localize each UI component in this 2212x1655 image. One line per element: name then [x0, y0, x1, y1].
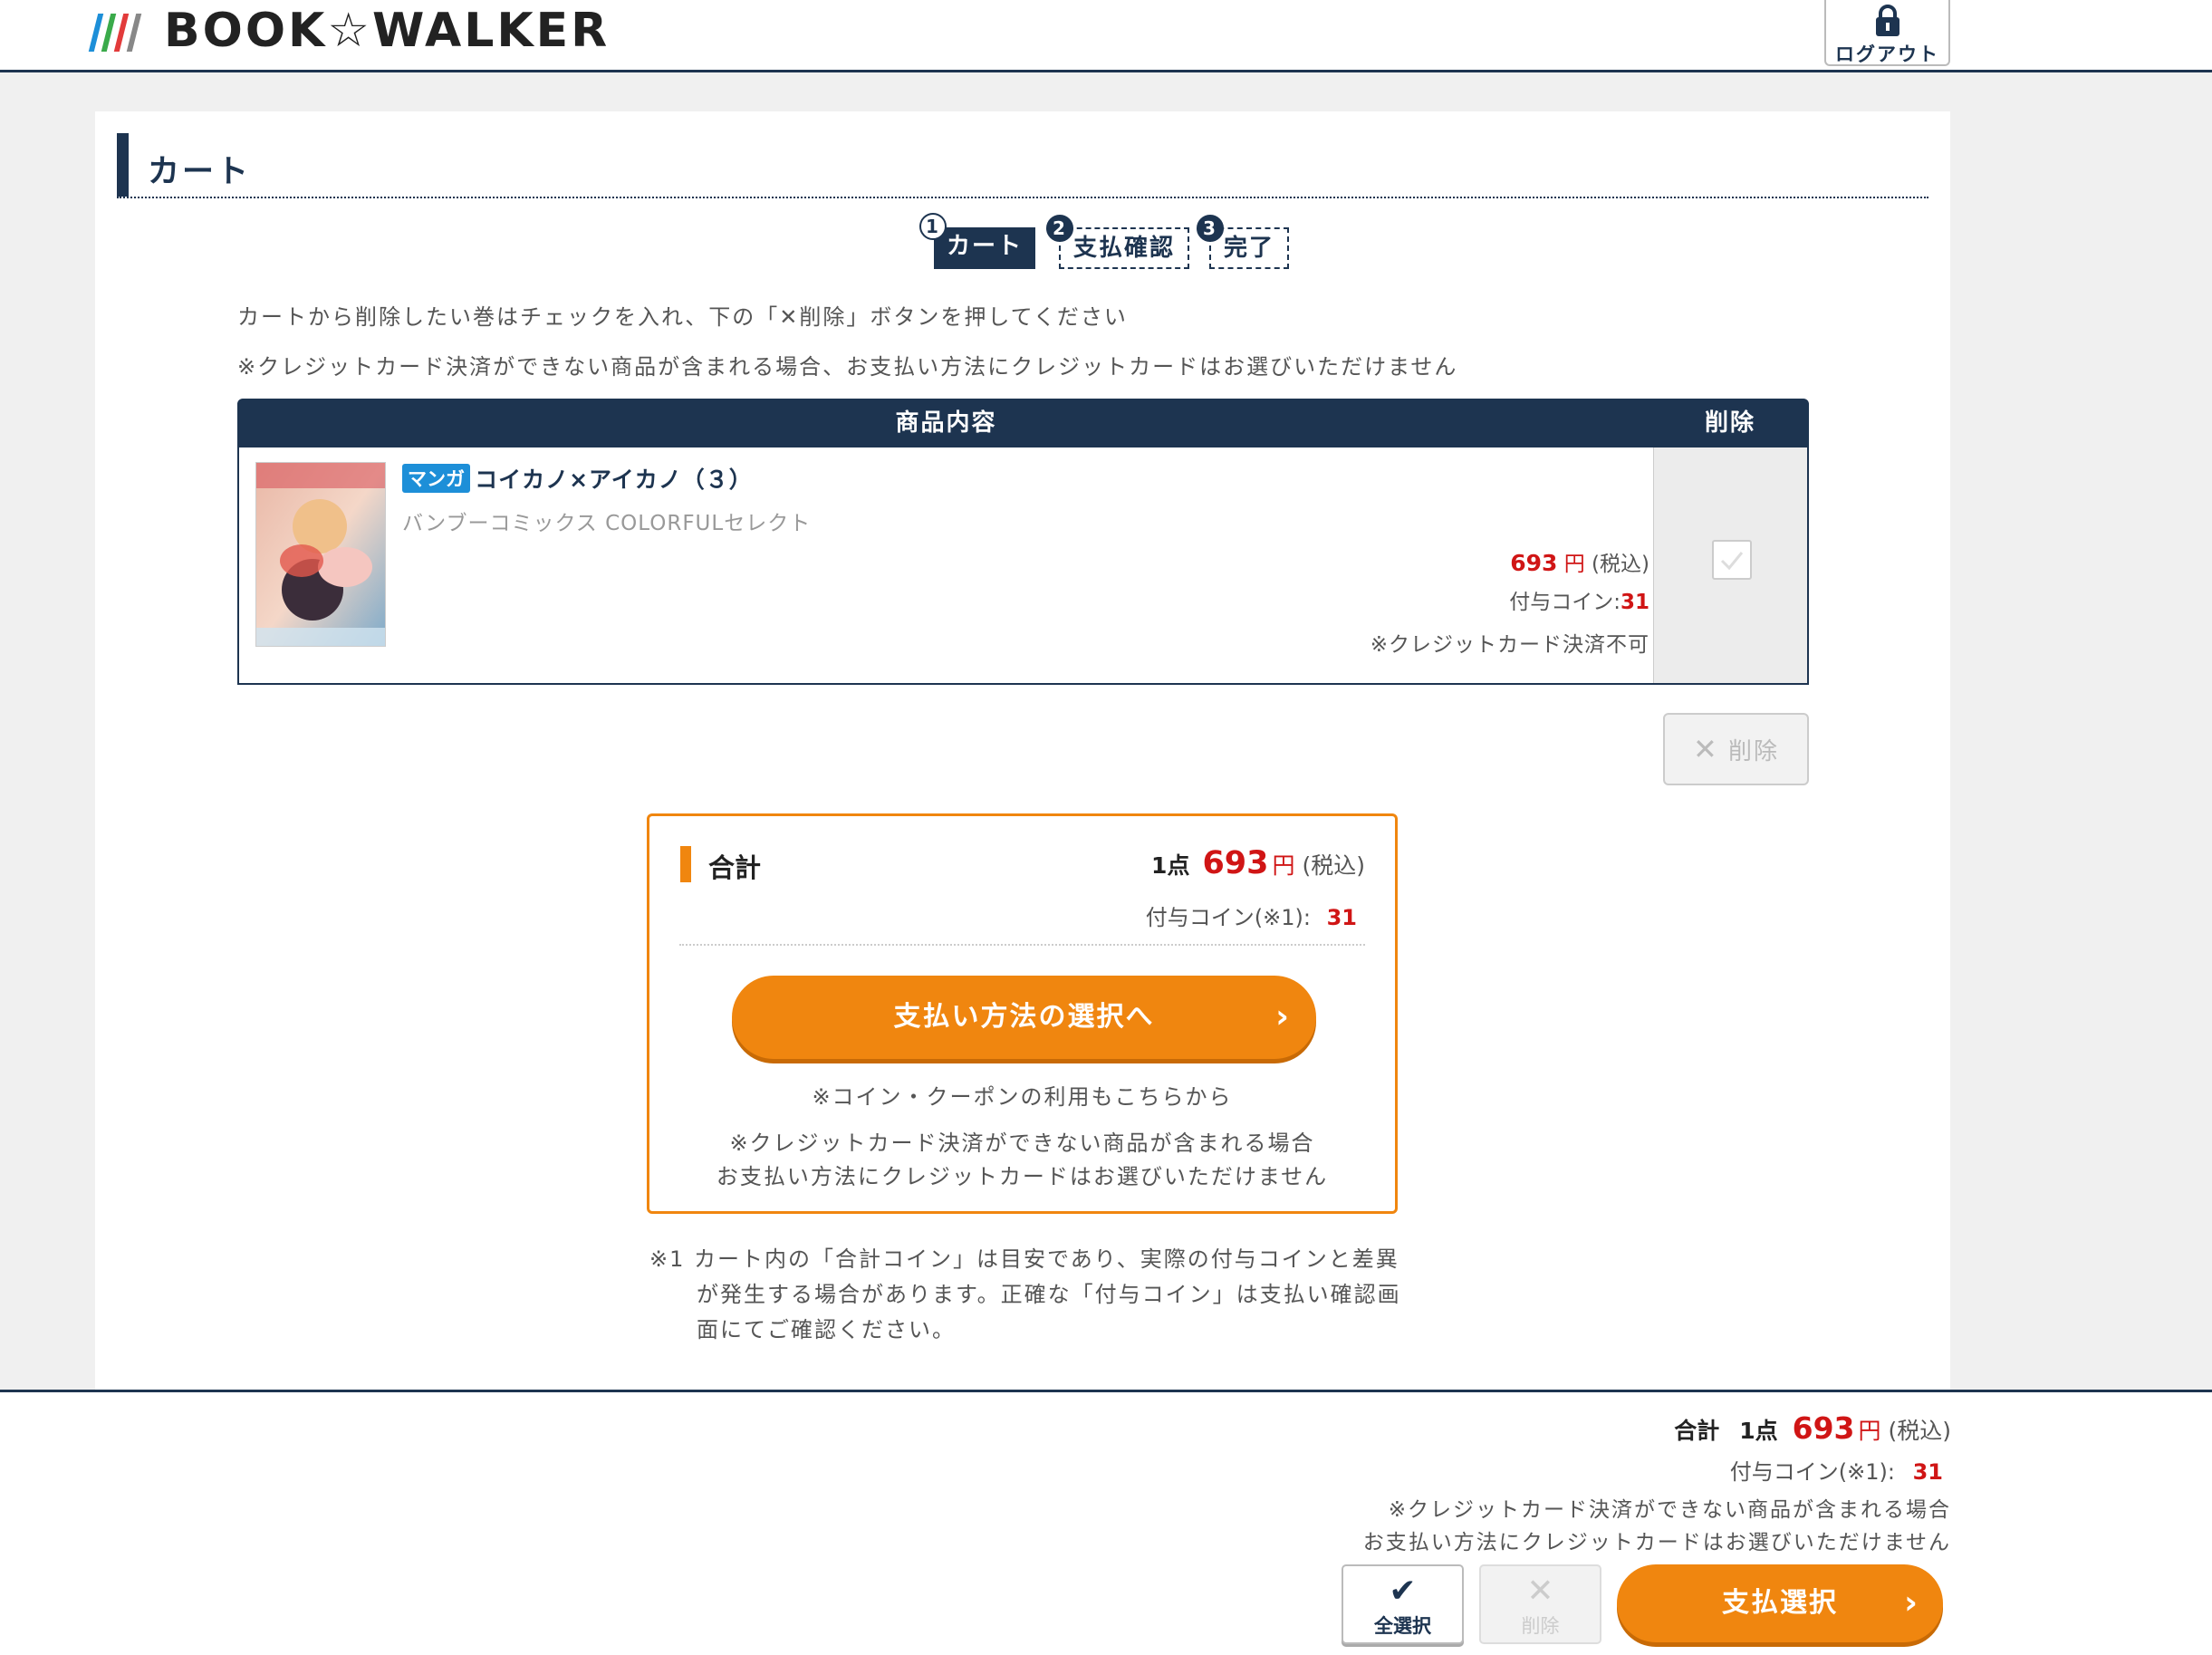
- summary-credit-note-2: お支払い方法にクレジットカードはお選びいただけません: [716, 1164, 1329, 1189]
- select-all-button[interactable]: ✔ 全選択: [1342, 1564, 1464, 1644]
- logo-bars-icon: [88, 10, 144, 52]
- delete-button[interactable]: ✕ 削除: [1663, 713, 1809, 785]
- bottom-delete-button[interactable]: ✕ 削除: [1479, 1564, 1601, 1644]
- page-title: カート: [117, 133, 1928, 198]
- bottom-total: 合計 1点 693 円 (税込): [1674, 1410, 1951, 1446]
- column-header-content: 商品内容: [239, 400, 1653, 447]
- item-coin-label: 付与コイン:: [1509, 591, 1621, 614]
- item-credit-note: ※クレジットカード決済不可: [1370, 633, 1649, 657]
- site-header: BOOK☆WALKER ログアウト: [0, 0, 2212, 72]
- credit-warning: ※クレジットカード決済ができない商品が含まれる場合、お支払い方法にクレジットカー…: [237, 354, 1458, 380]
- item-coin: 31: [1620, 591, 1649, 614]
- logout-button[interactable]: ログアウト: [1824, 0, 1950, 66]
- summary-price: 1点 693 円 (税込): [1151, 845, 1365, 881]
- checkout-steps: 1 カート 2 支払確認 3 完了: [820, 213, 1363, 273]
- step-complete: 3 完了: [1197, 215, 1290, 269]
- delete-column: [1653, 447, 1807, 683]
- payment-select-button[interactable]: 支払選択 ›: [1617, 1564, 1943, 1642]
- chevron-right-icon: ›: [1904, 1584, 1919, 1621]
- item-title-link[interactable]: コイカノ×アイカノ（３）: [475, 467, 753, 493]
- logout-label: ログアウト: [1835, 43, 1939, 65]
- summary-label: 合計: [708, 852, 762, 883]
- cart-table: 商品内容 削除 マンガ コイカノ×アイカノ（３） バンブーコミックス COLOR…: [237, 399, 1809, 685]
- close-icon: ✕: [1526, 1573, 1554, 1610]
- delete-button-label: 削除: [1728, 738, 1780, 765]
- item-tax: (税込): [1592, 553, 1649, 576]
- step-cart: 1 カート: [919, 213, 1036, 269]
- summary-coin-value: 31: [1326, 905, 1357, 930]
- bottom-coin: 付与コイン(※1): 31: [1729, 1459, 1943, 1485]
- check-icon: [1720, 552, 1744, 571]
- lock-icon: [1875, 5, 1899, 36]
- coupon-note: ※コイン・クーポンの利用もこちらから: [812, 1084, 1233, 1110]
- summary-credit-note-1: ※クレジットカード決済ができない商品が含まれる場合: [729, 1131, 1315, 1156]
- delete-instruction: カートから削除したい巻はチェックを入れ、下の「✕削除」ボタンを押してください: [237, 304, 1128, 330]
- bookwalker-logo[interactable]: BOOK☆WALKER: [88, 4, 611, 58]
- item-price: 693: [1510, 550, 1558, 576]
- close-icon: ✕: [1692, 732, 1719, 766]
- cart-item-info: マンガ コイカノ×アイカノ（３） バンブーコミックス COLORFULセレクト: [402, 462, 811, 536]
- logo-text: BOOK☆WALKER: [164, 4, 611, 58]
- proceed-to-payment-button[interactable]: 支払い方法の選択へ ›: [732, 976, 1316, 1059]
- column-header-delete: 削除: [1653, 400, 1807, 447]
- summary-count: 1点: [1151, 852, 1190, 879]
- bottom-credit-note-2: お支払い方法にクレジットカードはお選びいただけません: [1362, 1531, 1951, 1554]
- cart-panel: カート 1 カート 2 支払確認 3 完了 カートから削除したい巻はチェックを入…: [95, 111, 1950, 1391]
- order-summary: 合計 1点 693 円 (税込) 付与コイン(※1): 31 支払い方法の選択へ ›…: [647, 813, 1398, 1214]
- page-title-text: カート: [148, 154, 252, 190]
- step-number: 3: [1197, 215, 1224, 242]
- summary-total: 693: [1202, 845, 1269, 881]
- item-yen: 円: [1563, 553, 1585, 576]
- step-number: 2: [1046, 215, 1073, 242]
- checkmark-icon: ✔: [1389, 1573, 1417, 1610]
- item-series-link[interactable]: バンブーコミックス COLORFULセレクト: [402, 505, 811, 536]
- coin-footnote: ※1 カート内の「合計コイン」は目安であり、実際の付与コインと差異 が発生する場…: [649, 1246, 1401, 1342]
- summary-coin: 付与コイン(※1): 31: [1145, 905, 1357, 930]
- step-payment-confirm: 2 支払確認: [1046, 215, 1190, 269]
- book-cover-image[interactable]: [255, 462, 386, 647]
- bottom-credit-note-1: ※クレジットカード決済ができない商品が含まれる場合: [1388, 1498, 1951, 1522]
- chevron-right-icon: ›: [1275, 998, 1291, 1035]
- bottom-action-bar: 合計 1点 693 円 (税込) 付与コイン(※1): 31 ※クレジットカード決済…: [0, 1390, 2212, 1655]
- bottom-total-price: 693: [1792, 1410, 1855, 1446]
- item-price-block: 693 円 (税込) 付与コイン:31 ※クレジットカード決済不可: [1370, 545, 1649, 668]
- step-number: 1: [919, 213, 947, 240]
- delete-checkbox[interactable]: [1712, 540, 1752, 580]
- manga-badge: マンガ: [402, 464, 470, 493]
